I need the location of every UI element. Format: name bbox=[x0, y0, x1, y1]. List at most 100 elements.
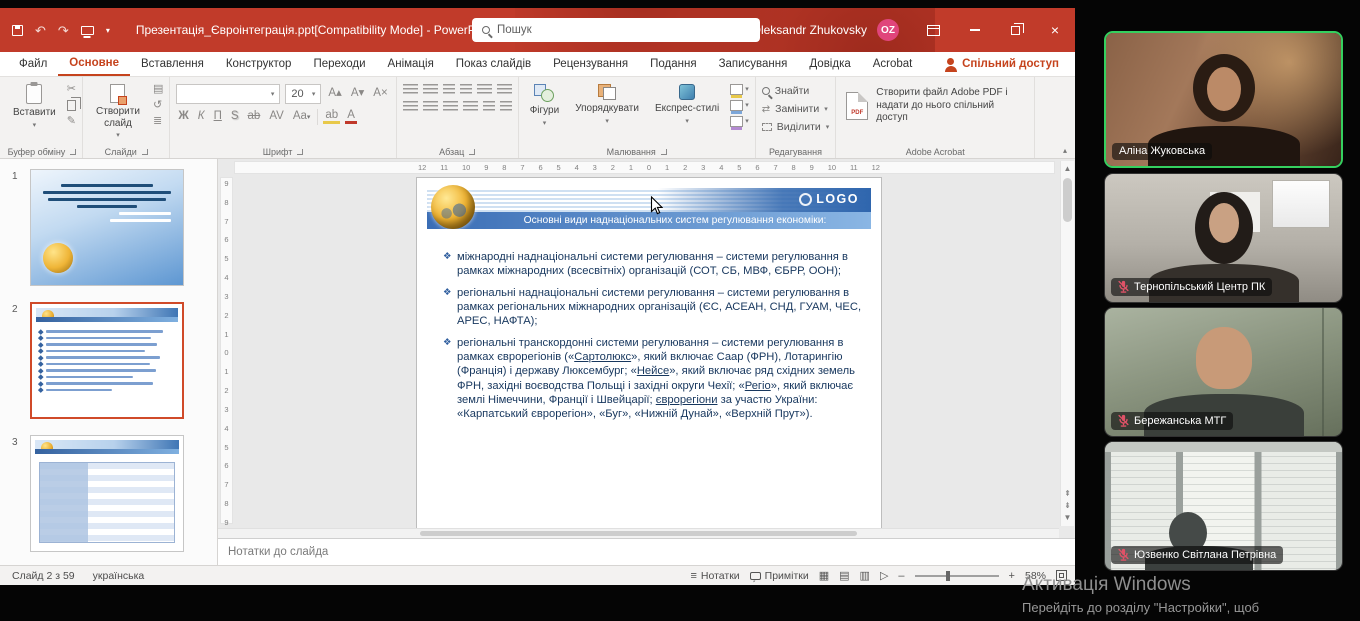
minimize-button[interactable] bbox=[955, 8, 995, 52]
select-button[interactable]: Виділити ▾ bbox=[762, 121, 830, 133]
next-slide-icon[interactable]: ⇟ bbox=[1064, 500, 1071, 512]
scroll-up-icon[interactable]: ▲ bbox=[1064, 163, 1072, 175]
participant-video-tile[interactable]: Аліна Жуковська bbox=[1104, 31, 1343, 168]
replace-button[interactable]: ⇄ Замінити ▾ bbox=[762, 103, 830, 115]
dialog-launcher-icon[interactable] bbox=[70, 149, 76, 155]
underline-icon[interactable]: П bbox=[212, 111, 224, 123]
reset-slide-icon[interactable]: ↺ bbox=[153, 100, 163, 111]
undo-icon[interactable]: ↶ bbox=[35, 24, 46, 37]
clear-formatting-icon[interactable]: A× bbox=[371, 88, 389, 100]
slide-layout-icon[interactable]: ▤ bbox=[153, 84, 163, 95]
search-box[interactable]: Пошук bbox=[472, 18, 760, 42]
ribbon-tab-анімація[interactable]: Анімація bbox=[377, 52, 445, 76]
save-icon[interactable] bbox=[12, 25, 23, 36]
shape-outline-icon[interactable]: ▾ bbox=[730, 100, 749, 111]
decrease-indent-icon[interactable] bbox=[443, 84, 455, 96]
horizontal-scrollbar[interactable] bbox=[218, 528, 1059, 538]
character-spacing-icon[interactable]: A︎V bbox=[267, 111, 286, 123]
find-button[interactable]: Знайти bbox=[762, 85, 830, 97]
slide-sorter-view-icon[interactable]: ▤ bbox=[839, 569, 849, 582]
language-indicator[interactable]: українська bbox=[93, 570, 145, 582]
previous-slide-icon[interactable]: ⇞ bbox=[1064, 488, 1071, 500]
scrollbar-thumb[interactable] bbox=[420, 531, 857, 536]
notes-panel[interactable]: Нотатки до слайда bbox=[218, 538, 1075, 565]
italic-icon[interactable]: К bbox=[196, 111, 207, 123]
zoom-slider-thumb[interactable] bbox=[946, 571, 950, 581]
participant-video-tile[interactable]: Бережанська МТГ bbox=[1104, 307, 1343, 437]
slide-thumbnail-1[interactable] bbox=[30, 169, 184, 286]
notes-toggle[interactable]: ≡Нотатки bbox=[690, 570, 739, 582]
zoom-out-icon[interactable]: – bbox=[898, 570, 904, 582]
slide-thumbnail-3[interactable] bbox=[30, 435, 184, 552]
slide-canvas[interactable]: Основні види наднаціональних систем регу… bbox=[416, 177, 882, 529]
start-slideshow-icon[interactable] bbox=[81, 26, 94, 35]
font-color-icon[interactable]: A bbox=[345, 110, 357, 125]
slide-body-text[interactable]: ❖міжнародні наднаціональні системи регул… bbox=[443, 250, 869, 429]
ribbon-tab-acrobat[interactable]: Acrobat bbox=[862, 52, 924, 76]
align-center-icon[interactable] bbox=[423, 101, 438, 113]
ribbon-tab-подання[interactable]: Подання bbox=[639, 52, 707, 76]
bullet-list-icon[interactable] bbox=[403, 84, 418, 96]
copy-icon[interactable] bbox=[67, 100, 76, 111]
font-name-combobox[interactable]: ▾ bbox=[176, 84, 280, 104]
share-button[interactable]: Спільний доступ bbox=[947, 52, 1059, 76]
ribbon-tab-рецензування[interactable]: Рецензування bbox=[542, 52, 639, 76]
strikethrough-icon[interactable]: ab bbox=[246, 111, 263, 123]
align-left-icon[interactable] bbox=[403, 101, 418, 113]
scroll-down-icon[interactable]: ▼ bbox=[1064, 512, 1072, 524]
numbered-list-icon[interactable] bbox=[423, 84, 438, 96]
grow-font-icon[interactable]: A▴ bbox=[326, 88, 343, 100]
close-button[interactable]: × bbox=[1035, 8, 1075, 52]
ribbon-tab-переходи[interactable]: Переходи bbox=[302, 52, 376, 76]
columns-icon[interactable] bbox=[483, 101, 495, 113]
cut-icon[interactable]: ✂ bbox=[67, 84, 76, 95]
smartart-convert-icon[interactable] bbox=[500, 101, 512, 113]
collapse-ribbon-icon[interactable]: ▴ bbox=[1063, 146, 1067, 155]
reading-view-icon[interactable]: ▥ bbox=[860, 569, 870, 582]
bold-icon[interactable]: Ж bbox=[176, 111, 190, 123]
text-direction-icon[interactable] bbox=[497, 84, 512, 96]
section-icon[interactable]: ≣ bbox=[153, 116, 163, 127]
paste-button[interactable]: Вставити ▾ bbox=[8, 81, 61, 133]
text-shadow-icon[interactable]: S bbox=[229, 111, 241, 123]
qat-customize-icon[interactable]: ▾ bbox=[106, 26, 110, 35]
shrink-font-icon[interactable]: A▾ bbox=[349, 88, 366, 100]
dialog-launcher-icon[interactable] bbox=[661, 149, 667, 155]
increase-indent-icon[interactable] bbox=[460, 84, 472, 96]
line-spacing-icon[interactable] bbox=[477, 84, 492, 96]
ribbon-tab-довідка[interactable]: Довідка bbox=[798, 52, 861, 76]
slide-thumbnail-2-selected[interactable] bbox=[30, 302, 184, 419]
participant-video-tile[interactable]: Тернопільський Центр ПК bbox=[1104, 173, 1343, 303]
redo-icon[interactable]: ↷ bbox=[58, 24, 69, 37]
scrollbar-thumb[interactable] bbox=[1063, 178, 1072, 222]
create-pdf-button[interactable]: Створити файл Adobe PDF і надати до ньог… bbox=[842, 81, 1028, 131]
highlight-color-icon[interactable]: ab bbox=[323, 110, 340, 125]
shape-fill-icon[interactable]: ▾ bbox=[730, 84, 749, 95]
participant-video-tile[interactable]: Юзвенко Світлана Петрівна bbox=[1104, 441, 1343, 571]
shapes-button[interactable]: Фігури ▾ bbox=[525, 81, 565, 131]
zoom-slider[interactable] bbox=[915, 575, 999, 577]
quick-styles-button[interactable]: Експрес-стилі ▾ bbox=[650, 81, 724, 129]
arrange-button[interactable]: Упорядкувати ▾ bbox=[570, 81, 644, 129]
ribbon-tab-показ-слайдів[interactable]: Показ слайдів bbox=[445, 52, 542, 76]
new-slide-button[interactable]: Створити слайд ▾ bbox=[89, 81, 147, 143]
shape-effects-icon[interactable]: ▾ bbox=[730, 116, 749, 127]
dialog-launcher-icon[interactable] bbox=[142, 149, 148, 155]
ribbon-tab-вставлення[interactable]: Вставлення bbox=[130, 52, 215, 76]
normal-view-icon[interactable]: ▦ bbox=[819, 569, 829, 582]
restore-button[interactable] bbox=[995, 8, 1035, 52]
dialog-launcher-icon[interactable] bbox=[297, 149, 303, 155]
vertical-scrollbar[interactable]: ▲ ⇞ ⇟ ▼ bbox=[1060, 161, 1074, 526]
ribbon-tab-конструктор[interactable]: Конструктор bbox=[215, 52, 303, 76]
format-painter-icon[interactable]: ✎ bbox=[67, 116, 76, 127]
ribbon-tab-основне[interactable]: Основне bbox=[58, 52, 130, 76]
change-case-icon[interactable]: Aa▾ bbox=[291, 111, 313, 123]
account-name[interactable]: Oleksandr Zhukovsky bbox=[752, 23, 867, 37]
comments-toggle[interactable]: Примітки bbox=[750, 570, 809, 582]
font-size-combobox[interactable]: 20▾ bbox=[285, 84, 321, 104]
dialog-launcher-icon[interactable] bbox=[469, 149, 475, 155]
ribbon-tab-файл[interactable]: Файл bbox=[8, 52, 58, 76]
ribbon-tab-записування[interactable]: Записування bbox=[708, 52, 799, 76]
align-right-icon[interactable] bbox=[443, 101, 458, 113]
account-avatar-badge[interactable]: OZ bbox=[877, 19, 899, 41]
